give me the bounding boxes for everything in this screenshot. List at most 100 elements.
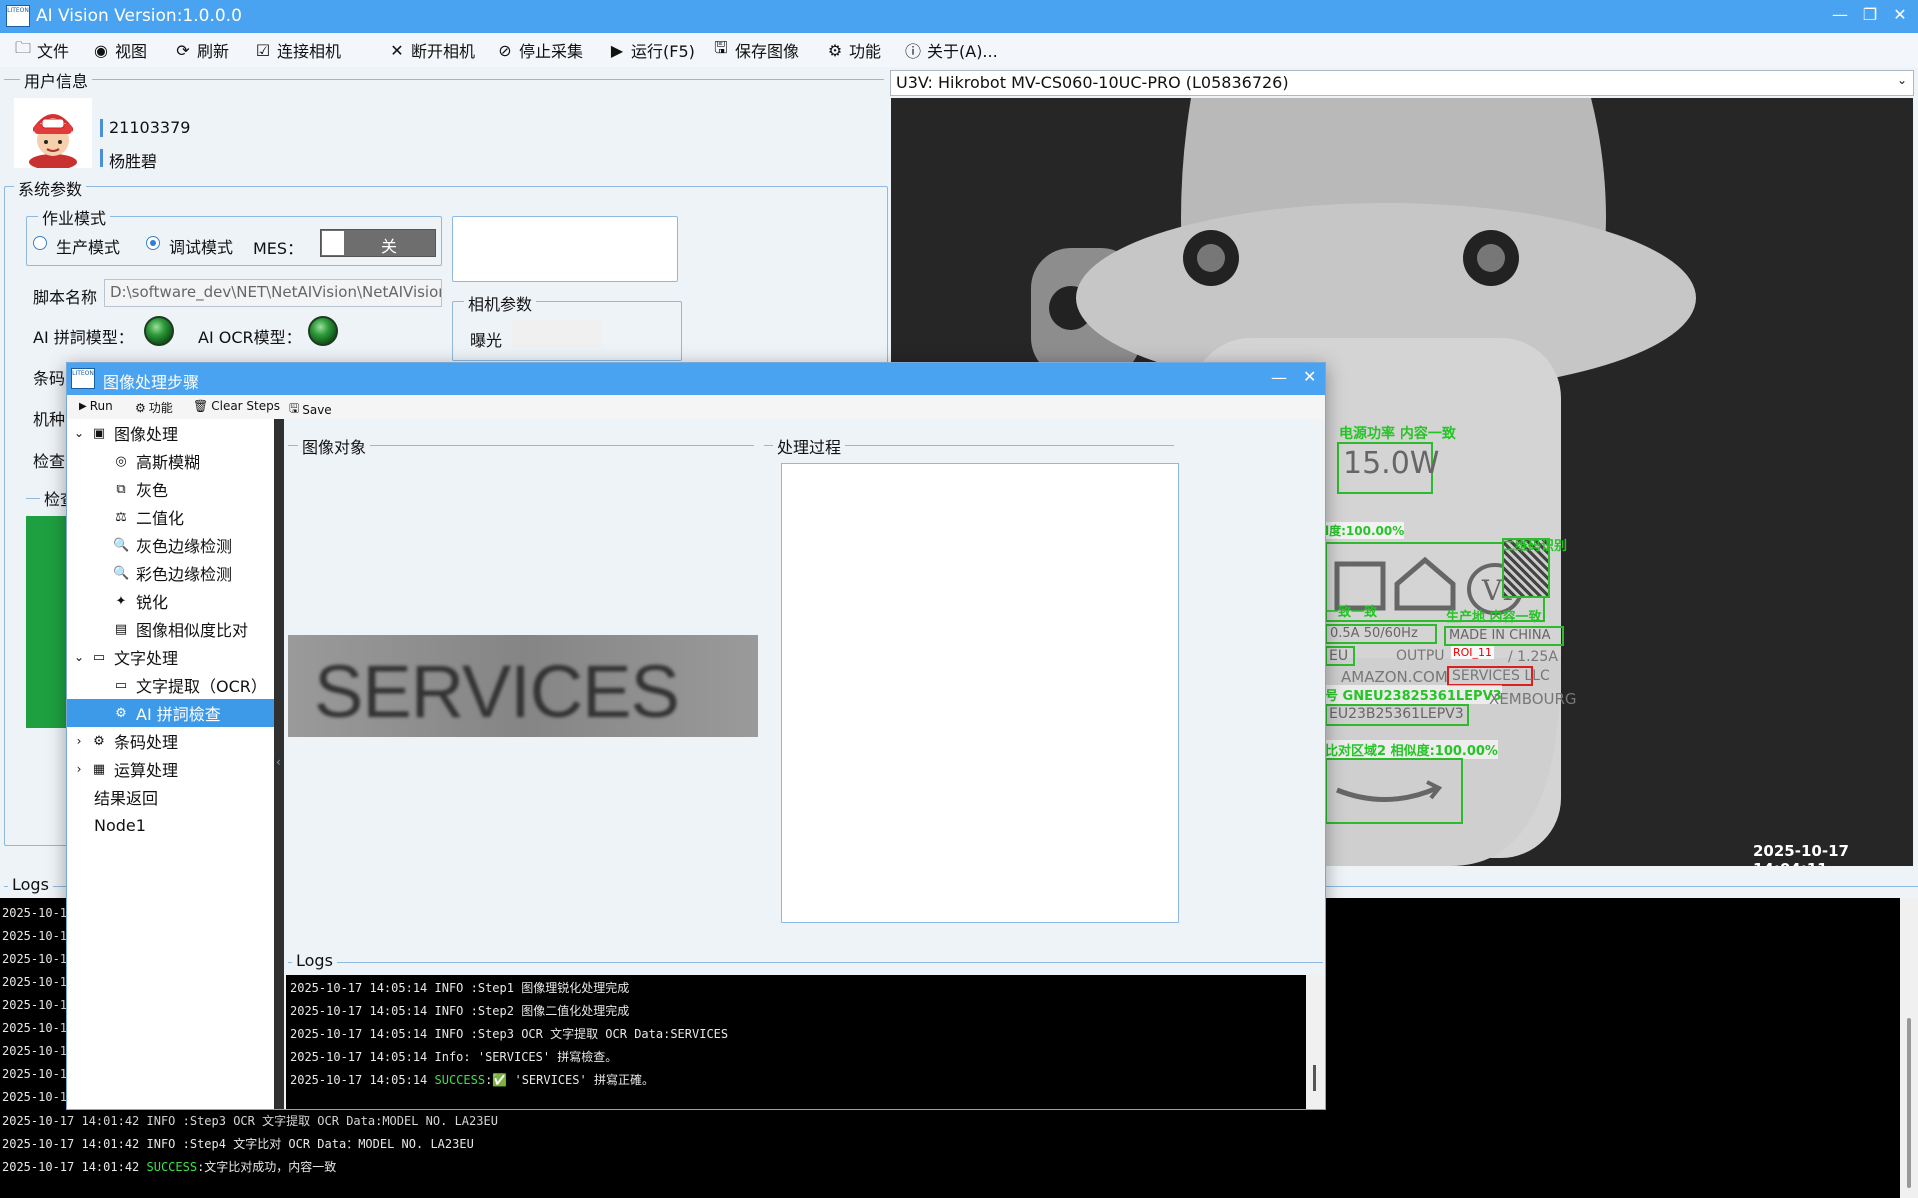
tree-node-image-processing[interactable]: ⌄ ▣ 图像处理 bbox=[67, 419, 274, 447]
ai-model-status-led bbox=[144, 316, 174, 346]
main-logs-title: Logs bbox=[8, 875, 53, 894]
clear-steps-button[interactable]: 🗑 Clear Steps bbox=[193, 399, 280, 413]
mes-toggle-label: 关 bbox=[381, 237, 398, 256]
log-line: 2025-10-17 14:05:14 INFO :Step2 图像二值化处理完… bbox=[290, 1004, 630, 1018]
tree-node-sharpen[interactable]: ✦ 锐化 bbox=[67, 587, 274, 615]
script-name-label: 脚本名称 bbox=[33, 288, 98, 307]
overlay-similarity2-label: 比对区域2 相似度:100.00% bbox=[1325, 740, 1498, 759]
overlay-luxembourg-text: XEMBOURG bbox=[1489, 690, 1577, 708]
mes-label: MES： bbox=[253, 239, 304, 258]
menu-save-image[interactable]: 🖫 保存图像 bbox=[704, 33, 807, 67]
menu-connect-camera[interactable]: ☑ 连接相机 bbox=[246, 33, 349, 67]
function-button[interactable]: ⚙ 功能 bbox=[135, 399, 173, 416]
menu-refresh[interactable]: ⟳ 刷新 bbox=[166, 33, 237, 67]
user-id: 21103379 bbox=[109, 118, 191, 137]
menu-run[interactable]: ▶ 运行(F5) bbox=[600, 33, 703, 67]
tree-label: AI 拼詞檢查 bbox=[136, 705, 221, 724]
tree-node-color-edge[interactable]: 🔍 彩色边缘检测 bbox=[67, 559, 274, 587]
dialog-title-bar: LITEON 图像处理步骤 — ✕ bbox=[67, 363, 1325, 395]
toolbar-label: 功能 bbox=[148, 401, 173, 415]
save-button[interactable]: 🖫 Save bbox=[289, 399, 332, 420]
tree-node-result[interactable]: 结果返回 bbox=[67, 783, 274, 811]
dialog-title: 图像处理步骤 bbox=[103, 373, 200, 392]
tree-label: 图像相似度比对 bbox=[136, 621, 249, 640]
log-rest: :文字比对成功，内容一致 bbox=[197, 1160, 337, 1174]
tree-node-gray-edge[interactable]: 🔍 灰色边缘检测 bbox=[67, 531, 274, 559]
log-rest: :✅ 'SERVICES' 拼寫正確。 bbox=[485, 1073, 654, 1087]
production-mode-radio[interactable] bbox=[33, 236, 47, 250]
menu-view[interactable]: ◉ 视图 bbox=[84, 33, 155, 67]
user-info-divider bbox=[4, 79, 884, 80]
tree-node-similarity[interactable]: ▤ 图像相似度比对 bbox=[67, 615, 274, 643]
log-line: 2025-10-1 bbox=[2, 952, 68, 966]
debug-mode-radio[interactable] bbox=[146, 236, 160, 250]
tree-label: 文字提取（OCR） bbox=[136, 677, 267, 696]
process-view[interactable] bbox=[781, 463, 1179, 923]
restore-button[interactable]: ❐ bbox=[1856, 5, 1884, 24]
menu-label: 关于(A)... bbox=[927, 42, 998, 61]
tree-label: Node1 bbox=[94, 815, 146, 835]
dialog-close-button[interactable]: ✕ bbox=[1303, 367, 1316, 386]
tree-node-ai-spell-check[interactable]: ⚙ AI 拼詞檢查 bbox=[67, 699, 274, 727]
chevron-down-icon: ⌄ bbox=[73, 650, 85, 664]
script-path-field[interactable]: D:\software_dev\NET\NetAIVision\NetAIVis… bbox=[104, 279, 442, 307]
log-line: 2025-10-1 bbox=[2, 1090, 68, 1104]
debug-mode-label: 调试模式 bbox=[169, 238, 234, 257]
chevron-left-icon: ‹ bbox=[276, 755, 281, 769]
scrollbar-thumb[interactable] bbox=[1313, 1065, 1316, 1091]
main-logs-scrollbar[interactable] bbox=[1900, 898, 1918, 1198]
camera-select[interactable]: U3V: Hikrobot MV-CS060-10UC-PRO (L058367… bbox=[890, 70, 1914, 96]
menu-function[interactable]: ⚙ 功能 bbox=[818, 33, 889, 67]
camera-params-title: 相机参数 bbox=[464, 291, 537, 315]
barcode-label: 条码 bbox=[33, 369, 66, 388]
tree-node-gray[interactable]: ⧉ 灰色 bbox=[67, 475, 274, 503]
scrollbar-thumb[interactable] bbox=[1907, 1018, 1911, 1188]
dialog-logs-scrollbar[interactable] bbox=[1306, 975, 1324, 1109]
process-title: 处理过程 bbox=[773, 434, 846, 458]
tree-label: 结果返回 bbox=[94, 789, 159, 808]
menu-stop-capture[interactable]: ⊘ 停止采集 bbox=[488, 33, 591, 67]
dialog-minimize-button[interactable]: — bbox=[1271, 368, 1287, 387]
close-button[interactable]: ✕ bbox=[1886, 5, 1914, 24]
minimize-button[interactable]: — bbox=[1826, 5, 1854, 24]
production-mode-label: 生产模式 bbox=[56, 238, 121, 257]
overlay-output-text: OUTPU bbox=[1396, 648, 1445, 664]
tree-node-binarize[interactable]: ⚖ 二值化 bbox=[67, 503, 274, 531]
tree-node-node1[interactable]: Node1 bbox=[67, 811, 274, 839]
tree-label: 图像处理 bbox=[114, 425, 179, 444]
chevron-down-icon: ⌄ bbox=[1896, 73, 1907, 87]
tree-label: 彩色边缘检测 bbox=[136, 565, 233, 584]
close-icon: ✕ bbox=[390, 40, 404, 60]
dialog-logs-panel[interactable]: 2025-10-17 14:05:14 INFO :Step1 图像理锐化处理完… bbox=[286, 975, 1324, 1109]
checkbox-icon: ☑ bbox=[255, 40, 271, 60]
work-mode-title: 作业模式 bbox=[38, 205, 111, 229]
save-icon: 🖫 bbox=[289, 401, 300, 415]
log-line: 2025-10-1 bbox=[2, 1044, 68, 1058]
overlay-services-roi: SERVICES LLC bbox=[1447, 666, 1550, 686]
overlay-roi-label: ROI_11 bbox=[1451, 646, 1495, 659]
overlay-consistent-label: 一致一致 bbox=[1325, 605, 1378, 620]
user-id-bar bbox=[100, 119, 103, 137]
compare-icon: ▤ bbox=[114, 621, 128, 637]
tree-node-gaussian-blur[interactable]: ◎ 高斯模糊 bbox=[67, 447, 274, 475]
camera-select-value: U3V: Hikrobot MV-CS060-10UC-PRO (L058367… bbox=[896, 73, 1289, 92]
menu-label: 断开相机 bbox=[411, 42, 476, 61]
overlay-ratings-box: 0.5A 50/60Hz bbox=[1325, 624, 1437, 644]
tree-node-calc[interactable]: › ▦ 运算处理 bbox=[67, 755, 274, 783]
run-button[interactable]: ▶ Run bbox=[79, 399, 113, 413]
log-line: 2025-10-1 bbox=[2, 929, 68, 943]
log-line: 2025-10-1 bbox=[2, 975, 68, 989]
menu-about[interactable]: ⓘ 关于(A)... bbox=[896, 33, 1006, 67]
text-icon: ▭ bbox=[92, 649, 106, 665]
exposure-input[interactable] bbox=[512, 320, 602, 348]
overlay-qrcode-label: 二维码识别 bbox=[1502, 539, 1568, 554]
tree-node-text-processing[interactable]: ⌄ ▭ 文字处理 bbox=[67, 643, 274, 671]
menu-disconnect-camera[interactable]: ✕ 断开相机 bbox=[380, 33, 483, 67]
tree-node-ocr[interactable]: ▭ 文字提取（OCR） bbox=[67, 671, 274, 699]
tree-node-barcode[interactable]: › ⚙ 条码处理 bbox=[67, 727, 274, 755]
menu-file[interactable]: 🗀 文件 bbox=[6, 33, 77, 67]
save-icon: 🖫 bbox=[714, 37, 728, 57]
mes-toggle[interactable]: 关 bbox=[320, 229, 436, 257]
log-prefix: 2025-10-17 14:05:14 bbox=[290, 1073, 435, 1087]
splitter[interactable]: ‹ bbox=[274, 419, 284, 1109]
